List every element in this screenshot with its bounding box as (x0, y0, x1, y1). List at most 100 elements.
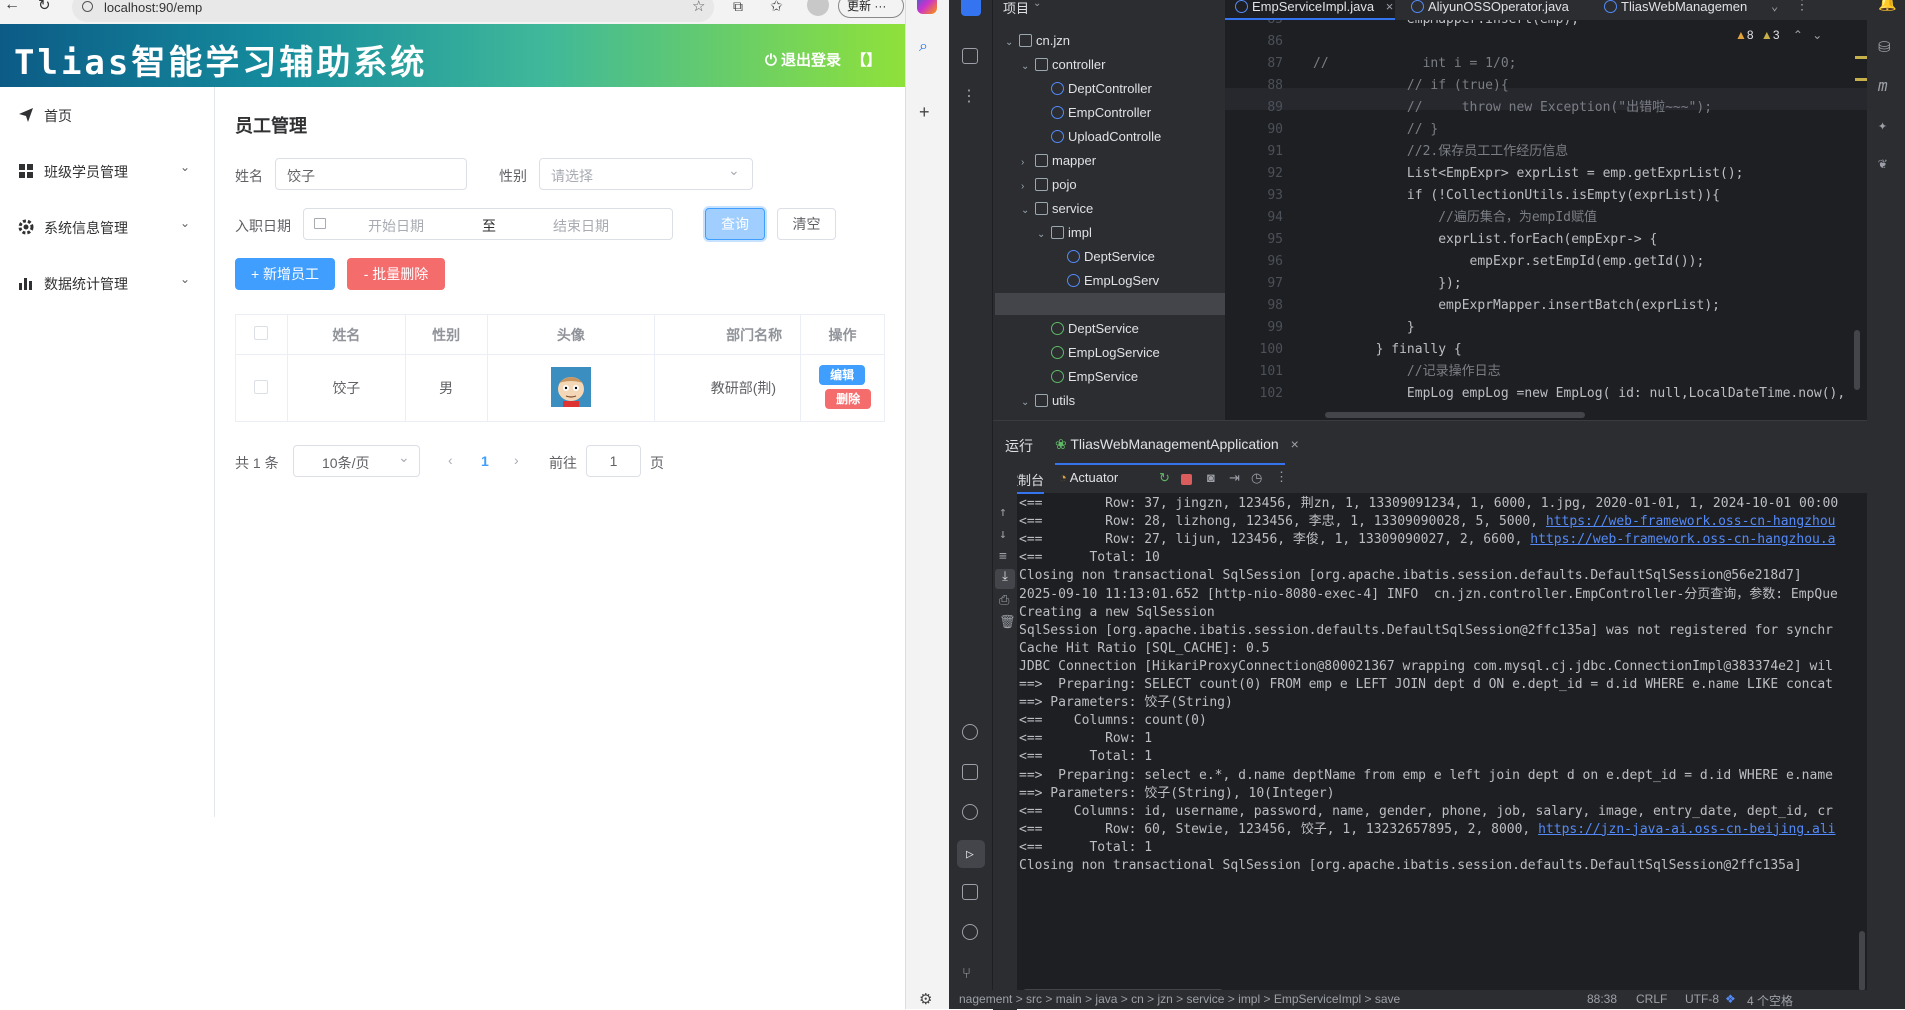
run-config-tab[interactable]: ❀ TliasWebManagementApplication × (1055, 436, 1299, 453)
close-icon[interactable]: × (1386, 0, 1394, 14)
end-date-input[interactable]: 结束日期 (553, 216, 609, 236)
tree-node[interactable]: › mapper (1021, 150, 1096, 172)
update-button[interactable]: 更新 ··· (838, 0, 904, 18)
tree-node[interactable]: › pojo (1021, 174, 1077, 196)
select-all-checkbox[interactable] (254, 326, 269, 340)
sidebar-item-system-info[interactable]: 系统信息管理 ⌄ (0, 199, 214, 255)
console-link[interactable]: https://jzn-java-ai.oss-cn-beijing.ali (1538, 822, 1835, 837)
tab-aliyunossoperator[interactable]: AliyunOSSOperator.java (1403, 0, 1583, 20)
services-icon[interactable] (962, 804, 978, 824)
extensions-icon[interactable]: ⧉ (733, 0, 743, 15)
caret-position[interactable]: 88:38 (1587, 992, 1617, 1006)
file-encoding[interactable]: UTF-8 (1685, 992, 1719, 1006)
search-icon[interactable]: ⌕ (919, 38, 928, 56)
favorites-icon[interactable]: ✩ (770, 0, 783, 15)
more-icon[interactable]: ⋮ (961, 86, 977, 105)
tree-node[interactable]: ⌄ impl (1037, 222, 1092, 244)
url-box[interactable]: localhost:90/emp ☆ (72, 0, 714, 22)
rerun-icon[interactable]: ↻ (1159, 470, 1170, 486)
start-date-input[interactable]: 开始日期 (368, 216, 424, 236)
problems-icon[interactable] (962, 924, 978, 944)
breadcrumb[interactable]: nagement > src > main > java > cn > jzn … (959, 992, 1400, 1006)
tree-node[interactable]: ⌄ controller (1021, 54, 1105, 76)
add-icon[interactable]: + (919, 102, 930, 123)
tree-node[interactable]: DeptService (1053, 246, 1155, 268)
batch-delete-button[interactable]: - 批量删除 (347, 258, 445, 290)
camera-icon[interactable]: ◙ (1207, 470, 1215, 485)
soft-wrap-icon[interactable]: ≡ (999, 549, 1007, 564)
gauge-icon[interactable]: ◷ (1251, 470, 1262, 486)
tree-node[interactable]: EmpLogService (1037, 342, 1160, 364)
chevron-down-icon[interactable]: ⌄ (1005, 32, 1019, 54)
line-separator[interactable]: CRLF (1636, 992, 1667, 1006)
logout-button[interactable]: ⏻ 退出登录 【】 (765, 49, 881, 70)
tree-node[interactable]: UploadControlle (1037, 126, 1161, 148)
console-link[interactable]: https://web-framework.oss-cn-hangzhou.a (1530, 532, 1835, 547)
goto-page-input[interactable]: 1 (586, 445, 641, 477)
gender-select[interactable]: 请选择 ⌄ (539, 158, 753, 190)
database-icon[interactable]: ⛁ (1878, 38, 1891, 56)
code-area[interactable]: 85 empMapper.insert(emp); 86 87 // int i = … (1225, 20, 1867, 420)
stop-icon[interactable] (1181, 474, 1192, 485)
back-icon[interactable]: ← (4, 0, 20, 14)
delete-button[interactable]: 删除 (825, 389, 872, 409)
sidebar-item-statistics[interactable]: 数据统计管理 ⌄ (0, 255, 214, 311)
tree-node[interactable]: ⌄ cn.jzn (1005, 30, 1070, 52)
favorite-star-icon[interactable]: ☆ (692, 0, 705, 15)
tree-node[interactable]: ⌄ utils (1021, 390, 1075, 412)
page-size-select[interactable]: 10条/页 ⌄ (293, 445, 420, 477)
tree-node[interactable]: DeptController (1037, 78, 1152, 100)
prev-page-icon[interactable]: ‹ (448, 452, 453, 468)
console-link[interactable]: https://web-framework.oss-cn-hangzhou (1546, 514, 1836, 529)
tree-node[interactable]: EmpService (1037, 366, 1138, 388)
sidebar-item-home[interactable]: 首页 (0, 87, 214, 143)
tree-node[interactable]: EmpController (1037, 102, 1151, 124)
build-icon[interactable] (962, 764, 978, 784)
entry-date-range[interactable]: 开始日期 至 结束日期 (303, 208, 673, 240)
inspection-widget[interactable]: ▲8 ▲3 ⌃ ⌄ (1735, 28, 1822, 42)
more-icon[interactable]: ⋮ (1275, 469, 1288, 485)
indent-setting[interactable]: 4 个空格 (1747, 992, 1793, 1009)
tree-node[interactable]: EmpLogServ (1053, 270, 1159, 292)
database-icon[interactable] (962, 724, 978, 744)
maven-icon[interactable]: m (1878, 76, 1888, 95)
structure-icon[interactable] (962, 48, 978, 68)
editor-horizontal-scrollbar[interactable] (1325, 412, 1585, 418)
info-icon[interactable] (82, 1, 93, 12)
trash-icon[interactable]: 🗑 (999, 615, 1016, 630)
scroll-down-icon[interactable]: ↓ (999, 527, 1007, 542)
git-icon[interactable]: ⑂ (962, 964, 971, 982)
refresh-icon[interactable]: ↻ (38, 0, 51, 14)
notifications-icon[interactable]: 🔔 (1878, 0, 1897, 12)
scroll-up-icon[interactable]: ↑ (999, 505, 1007, 520)
chevron-down-icon[interactable]: ⌄ (1021, 392, 1035, 414)
chevron-down-icon[interactable]: ⌄ (1021, 200, 1035, 222)
print-icon[interactable]: ⎙ (999, 593, 1009, 608)
tree-node[interactable]: DeptService (1037, 318, 1139, 340)
tree-node[interactable]: ⌄ service (1021, 198, 1093, 220)
sidebar-item-class-student[interactable]: 班级学员管理 ⌄ (0, 143, 214, 199)
project-tool-icon[interactable] (961, 0, 981, 16)
ai-status-icon[interactable]: ❖ (1725, 992, 1736, 1006)
copilot-icon[interactable] (917, 0, 937, 14)
scroll-to-end-icon[interactable]: ⤓ (995, 569, 1015, 589)
run-tool-icon[interactable]: ▷ (957, 840, 985, 868)
leaf-icon[interactable]: ❦ (1878, 154, 1887, 172)
tab-empserviceimpl[interactable]: EmpServiceImpl.java × (1225, 0, 1395, 20)
console-output[interactable]: <== Row: 37, jingzn, 123456, 荆zn, 1, 133… (1019, 493, 1855, 998)
editor-vertical-scrollbar[interactable] (1854, 330, 1860, 390)
ai-assistant-icon[interactable]: ✦ (1878, 116, 1887, 134)
terminal-icon[interactable] (962, 884, 978, 904)
console-vertical-scrollbar[interactable] (1859, 931, 1865, 991)
chevron-right-icon[interactable]: › (1021, 176, 1035, 198)
close-icon[interactable]: × (1291, 436, 1299, 452)
tab-tliaswebmanagement[interactable]: TliasWebManagemen (1598, 0, 1768, 20)
current-page[interactable]: 1 (481, 453, 489, 469)
prev-highlight-icon[interactable]: ⌃ (1793, 28, 1803, 42)
exit-icon[interactable]: ⇥ (1229, 470, 1240, 486)
settings-icon[interactable]: ⚙ (919, 990, 932, 1008)
chevron-down-icon[interactable]: ⌄ (1037, 224, 1051, 246)
name-input[interactable]: 饺子 (275, 158, 467, 190)
row-checkbox[interactable] (254, 379, 269, 394)
more-icon[interactable]: ⋮ (1795, 0, 1809, 13)
